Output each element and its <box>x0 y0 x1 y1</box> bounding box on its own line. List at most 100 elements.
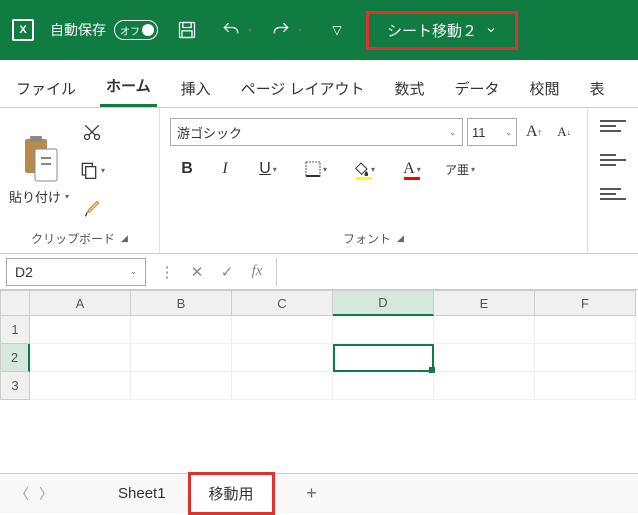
cell[interactable] <box>30 316 131 344</box>
tab-page-layout[interactable]: ページ レイアウト <box>235 78 371 107</box>
font-name-select[interactable]: 游ゴシック⌄ <box>170 118 463 146</box>
redo-button[interactable] <box>266 15 296 45</box>
tab-data[interactable]: データ <box>448 78 505 107</box>
column-header[interactable]: B <box>131 290 232 316</box>
phonetic-button[interactable]: ア亜▾ <box>438 154 482 184</box>
border-button[interactable]: ▾ <box>294 154 338 184</box>
border-icon <box>305 161 321 177</box>
align-middle-button[interactable] <box>600 154 626 174</box>
dialog-launcher-icon[interactable]: ◢ <box>121 233 128 244</box>
cell[interactable] <box>535 372 636 400</box>
column-header[interactable]: C <box>232 290 333 316</box>
chevron-down-icon <box>485 24 497 36</box>
bold-button[interactable]: B <box>170 154 204 184</box>
clipboard-icon <box>19 135 59 183</box>
autosave-toggle[interactable]: 自動保存 オフ <box>50 20 158 40</box>
chevron-down-icon: ⌄ <box>130 267 137 276</box>
cut-button[interactable] <box>74 118 110 146</box>
save-icon[interactable] <box>172 15 202 45</box>
scissors-icon <box>82 122 102 142</box>
sheet-nav-next[interactable]: 〉 <box>34 484 58 504</box>
dialog-launcher-icon[interactable]: ◢ <box>397 233 404 244</box>
chevron-down-icon: ⌄ <box>505 128 512 137</box>
cell[interactable] <box>232 344 333 372</box>
bucket-icon <box>353 161 369 177</box>
chevron-down-icon: ▾ <box>65 192 69 201</box>
column-header[interactable]: E <box>434 290 535 316</box>
row-header[interactable]: 2 <box>0 344 30 372</box>
cell[interactable] <box>232 316 333 344</box>
macro-dropdown[interactable]: シート移動２ <box>366 11 518 50</box>
column-header[interactable]: F <box>535 290 636 316</box>
redo-dropdown-icon[interactable]: ▾ <box>298 26 302 35</box>
cell[interactable] <box>535 316 636 344</box>
cell[interactable] <box>434 316 535 344</box>
column-header[interactable]: D <box>333 290 434 316</box>
formula-input[interactable] <box>276 258 638 286</box>
more-icon[interactable]: ⋮ <box>152 258 182 286</box>
tab-file[interactable]: ファイル <box>10 78 82 107</box>
font-size-select[interactable]: 11⌄ <box>467 118 517 146</box>
cell[interactable] <box>333 316 434 344</box>
excel-icon: X <box>12 19 34 41</box>
cell[interactable] <box>30 344 131 372</box>
decrease-font-button[interactable]: A↓ <box>551 119 577 145</box>
ribbon: 貼り付け ▾ ▾ クリップボード ◢ 游ゴシック⌄ 11⌄ A↑ A↓ B I U▾… <box>0 108 638 254</box>
cell[interactable] <box>333 372 434 400</box>
tab-view[interactable]: 表 <box>584 78 611 107</box>
enter-icon[interactable]: ✓ <box>212 258 242 286</box>
group-alignment <box>588 108 638 253</box>
paste-button[interactable]: 貼り付け ▾ <box>4 114 74 226</box>
increase-font-button[interactable]: A↑ <box>521 119 547 145</box>
ribbon-tabs: ファイル ホーム 挿入 ページ レイアウト 数式 データ 校閲 表 <box>0 60 638 108</box>
copy-button[interactable]: ▾ <box>74 156 110 184</box>
sheet-tab-bar: 〈 〉 Sheet1 移動用 + <box>0 473 638 513</box>
customize-qat-icon[interactable]: ▽ <box>322 15 352 45</box>
cell[interactable] <box>131 372 232 400</box>
clipboard-group-label: クリップボード <box>31 230 115 247</box>
undo-button[interactable] <box>216 15 246 45</box>
cell[interactable] <box>232 372 333 400</box>
font-color-button[interactable]: A▾ <box>390 154 434 184</box>
select-all-corner[interactable] <box>0 290 30 316</box>
row-header[interactable]: 3 <box>0 372 30 400</box>
sheet-nav-prev[interactable]: 〈 <box>10 484 34 504</box>
tab-insert[interactable]: 挿入 <box>175 78 217 107</box>
sheet-tab[interactable]: Sheet1 <box>100 477 184 510</box>
tab-review[interactable]: 校閲 <box>524 78 566 107</box>
group-font: 游ゴシック⌄ 11⌄ A↑ A↓ B I U▾ ▾ ▾ A▾ ア亜▾ フォント ◢ <box>160 108 588 253</box>
align-bottom-button[interactable] <box>600 188 626 208</box>
cell[interactable] <box>333 344 434 372</box>
fill-color-button[interactable]: ▾ <box>342 154 386 184</box>
cell[interactable] <box>30 372 131 400</box>
underline-button[interactable]: U▾ <box>246 154 290 184</box>
sheet-tab-active[interactable]: 移動用 <box>188 472 275 515</box>
font-group-label: フォント <box>343 230 391 247</box>
row-header[interactable]: 1 <box>0 316 30 344</box>
chevron-down-icon: ⌄ <box>449 128 456 137</box>
cell[interactable] <box>434 344 535 372</box>
autosave-label: 自動保存 <box>50 20 106 40</box>
group-clipboard: 貼り付け ▾ ▾ クリップボード ◢ <box>0 108 160 253</box>
format-painter-button[interactable] <box>74 194 110 222</box>
macro-name: シート移動２ <box>387 20 477 41</box>
column-header[interactable]: A <box>30 290 131 316</box>
cell[interactable] <box>535 344 636 372</box>
align-top-button[interactable] <box>600 120 626 140</box>
autosave-switch[interactable]: オフ <box>114 20 158 40</box>
cell[interactable] <box>434 372 535 400</box>
tab-home[interactable]: ホーム <box>100 75 157 107</box>
cell[interactable] <box>131 316 232 344</box>
italic-button[interactable]: I <box>208 154 242 184</box>
worksheet-grid: ABCDEF 123 <box>0 290 638 400</box>
add-sheet-button[interactable]: + <box>297 483 327 504</box>
cell[interactable] <box>131 344 232 372</box>
undo-dropdown-icon[interactable]: ▾ <box>248 26 252 35</box>
tab-formulas[interactable]: 数式 <box>388 78 430 107</box>
cancel-icon[interactable]: ✕ <box>182 258 212 286</box>
name-box[interactable]: D2⌄ <box>6 258 146 286</box>
paste-label: 貼り付け <box>9 187 61 206</box>
fx-button[interactable]: fx <box>242 258 272 286</box>
formula-bar: D2⌄ ⋮ ✕ ✓ fx <box>0 254 638 290</box>
copy-icon <box>79 160 99 180</box>
